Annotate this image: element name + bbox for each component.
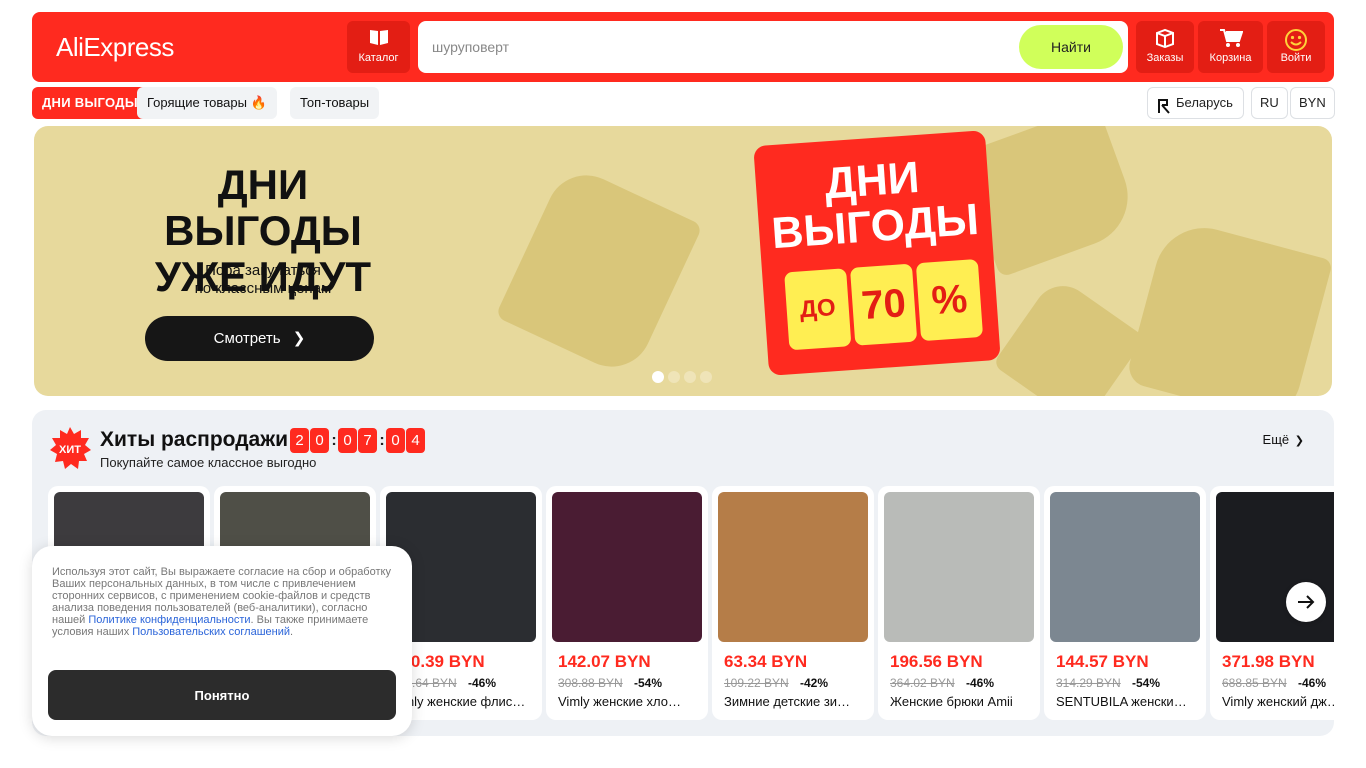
product-price: 142.07 BYN [558, 652, 651, 671]
product-old-price: 688.85 BYN [1222, 676, 1287, 690]
banner-see-button[interactable]: Смотреть ❯ [145, 316, 374, 361]
product-discount: -54% [1132, 676, 1161, 690]
hot-products-tab[interactable]: Горящие товары 🔥 [137, 87, 277, 119]
tag-title: ДНИ ВЫГОДЫ [770, 152, 981, 259]
cart-button[interactable]: Корзина [1198, 21, 1263, 73]
chevron-right-icon: ❯ [292, 330, 306, 347]
search-button[interactable]: Найти [1019, 25, 1123, 69]
product-card[interactable]: 142.07 BYN 308.88 BYN -54% Vimly женские… [546, 486, 708, 720]
timer-digit: 0 [310, 428, 329, 453]
more-link[interactable]: Ещё ❯ [1263, 432, 1304, 447]
product-card[interactable]: 63.34 BYN 109.22 BYN -42% Зимние детские… [712, 486, 874, 720]
product-name: Vimly женские флис… [392, 694, 526, 709]
hit-badge-icon: ХИТ [48, 426, 92, 470]
tag-do: ДО [784, 268, 852, 351]
carousel-dot[interactable] [700, 371, 712, 383]
timer-digit: 0 [338, 428, 357, 453]
cookie-accept-button[interactable]: Понятно [48, 670, 396, 720]
discount-tag: ДНИ ВЫГОДЫ ДО 70 % [753, 130, 1001, 376]
tag-number: 70 [849, 263, 918, 346]
hits-subtitle: Покупайте самое классное выгодно [100, 455, 317, 470]
product-old-price: 364.02 BYN [890, 676, 955, 690]
cookie-consent-popup: Используя этот сайт, Вы выражаете соглас… [32, 546, 412, 736]
product-price: 63.34 BYN [724, 652, 808, 671]
privacy-policy-link[interactable]: Политике конфиденциальности [88, 614, 250, 626]
catalog-label: Каталог [358, 52, 399, 64]
book-icon [347, 21, 410, 49]
countdown-timer: 20:07:04 [290, 428, 426, 453]
product-name: SENTUBILA женски… [1056, 694, 1187, 709]
search-input[interactable] [432, 21, 1012, 73]
chevron-right-icon: ❯ [1294, 435, 1304, 447]
leaf-decoration [992, 274, 1146, 396]
top-products-tab[interactable]: Топ-товары [290, 87, 380, 119]
product-card[interactable]: 196.56 BYN 364.02 BYN -46% Женские брюки… [878, 486, 1040, 720]
timer-digit: 4 [406, 428, 425, 453]
cookie-text: Используя этот сайт, Вы выражаете соглас… [52, 566, 391, 638]
carousel-dot[interactable] [652, 371, 664, 383]
product-card[interactable]: 144.57 BYN 314.29 BYN -54% SENTUBILA жен… [1044, 486, 1206, 720]
product-old-price: 109.22 BYN [724, 676, 789, 690]
currency-selector[interactable]: BYN [1290, 87, 1335, 119]
svg-text:ХИТ: ХИТ [59, 444, 81, 456]
product-discount: -54% [634, 676, 663, 690]
product-image [1050, 492, 1200, 642]
product-name: Зимние детские зи… [724, 694, 851, 709]
header: AliExpress Каталог Найти Заказы Корзина … [32, 12, 1334, 82]
carousel-next-button[interactable] [1286, 582, 1326, 622]
promo-banner[interactable]: ДНИ ВЫГОДЫ УЖЕ ИДУТ Пора закупаться по к… [34, 126, 1332, 396]
product-old-price: 314.29 BYN [1056, 676, 1121, 690]
product-price: 371.98 BYN [1222, 652, 1315, 671]
region-selector[interactable]: Беларусь [1147, 87, 1244, 119]
aliexpress-logo[interactable]: AliExpress [56, 32, 174, 63]
leaf-decoration [1124, 216, 1332, 396]
user-agreements-link[interactable]: Пользовательских соглашений [132, 626, 290, 638]
banner-subtitle: Пора закупаться по классным ценам [194, 262, 332, 297]
box-icon [1136, 21, 1194, 49]
product-image [552, 492, 702, 642]
location-icon [1157, 95, 1171, 125]
timer-digit: 2 [290, 428, 309, 453]
smiley-icon [1267, 21, 1325, 51]
language-selector[interactable]: RU [1251, 87, 1288, 119]
promo-days-tab[interactable]: ДНИ ВЫГОДЫ [32, 87, 148, 119]
catalog-button[interactable]: Каталог [347, 21, 410, 73]
product-name: Женские брюки Amii [890, 694, 1013, 709]
login-label: Войти [1280, 52, 1312, 64]
timer-digit: 0 [386, 428, 405, 453]
search-bar: Найти [418, 21, 1128, 73]
arrow-right-icon [1297, 593, 1315, 610]
cart-label: Корзина [1209, 52, 1252, 64]
hits-title: Хиты распродажи [100, 428, 289, 451]
product-name: Vimly женский дж… [1222, 694, 1334, 709]
product-image [884, 492, 1034, 642]
product-old-price: 308.88 BYN [558, 676, 623, 690]
tag-percent: % [915, 258, 984, 342]
cart-icon [1198, 21, 1263, 49]
leaf-decoration [495, 162, 703, 380]
carousel-dots [652, 370, 716, 388]
timer-digit: 7 [358, 428, 377, 453]
product-price: 144.57 BYN [1056, 652, 1149, 671]
product-discount: -46% [468, 676, 497, 690]
product-discount: -46% [1298, 676, 1327, 690]
orders-button[interactable]: Заказы [1136, 21, 1194, 73]
carousel-dot[interactable] [668, 371, 680, 383]
carousel-dot[interactable] [684, 371, 696, 383]
orders-label: Заказы [1146, 52, 1184, 64]
region-label: Беларусь [1176, 95, 1233, 110]
product-name: Vimly женские хло… [558, 694, 682, 709]
product-price: 196.56 BYN [890, 652, 983, 671]
product-image [718, 492, 868, 642]
product-discount: -46% [966, 676, 995, 690]
product-discount: -42% [800, 676, 829, 690]
product-image [1216, 492, 1334, 642]
login-button[interactable]: Войти [1267, 21, 1325, 73]
